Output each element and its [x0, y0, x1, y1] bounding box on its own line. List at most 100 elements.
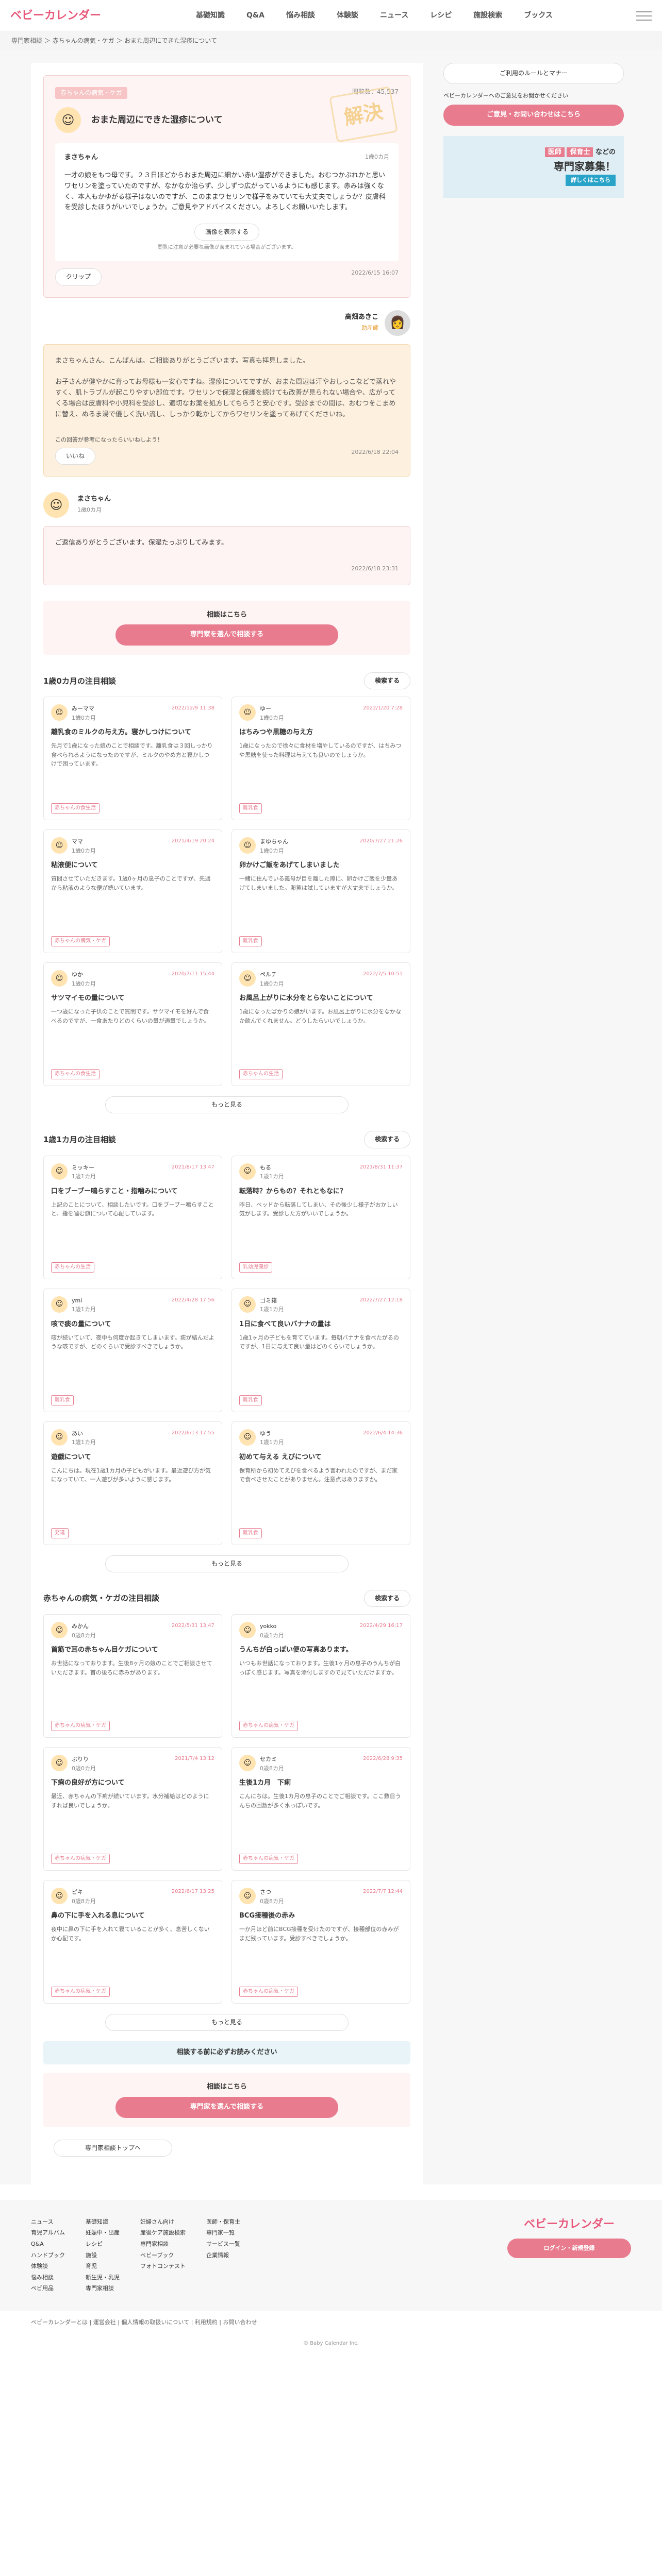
- consult-card[interactable]: ☺ ゆう 1歳1カ月 2022/6/4 14:36 初めて与える えびについて 保育所から…: [231, 1421, 410, 1545]
- footer-link[interactable]: 悩み相談: [31, 2273, 65, 2282]
- footer-link[interactable]: フォトコンテスト: [140, 2262, 186, 2271]
- consult-card[interactable]: ☺ ゆか 1歳0カ月 2020/7/11 15:44 サツマイモの量について 一つ歳になっ…: [43, 962, 222, 1087]
- site-logo[interactable]: ベビーカレンダー: [10, 7, 165, 25]
- like-button[interactable]: いいね: [55, 447, 96, 465]
- clip-button[interactable]: クリップ: [55, 268, 102, 286]
- footer-link[interactable]: 専門家一覧: [206, 2228, 240, 2238]
- consult-card[interactable]: ☺ ママ 1歳0カ月 2021/4/19 20:24 粘液便について 質問させていただきま…: [43, 829, 222, 954]
- footer-link[interactable]: 新生児・乳児: [86, 2273, 120, 2282]
- nav-item[interactable]: レシピ: [430, 10, 452, 21]
- footer-link[interactable]: 妊娠中・出産: [86, 2228, 120, 2238]
- footer-link[interactable]: Q&A: [31, 2240, 65, 2249]
- child-age: 1歳1カ月: [72, 1306, 96, 1313]
- footer-link[interactable]: レシピ: [86, 2240, 120, 2249]
- more-button[interactable]: もっと見る: [105, 1555, 349, 1572]
- category-tag[interactable]: 赤ちゃんの病気・ケガ: [55, 87, 128, 99]
- category-label[interactable]: 乳幼児健診: [239, 1262, 272, 1273]
- footer-link[interactable]: ハンドブック: [31, 2251, 65, 2260]
- login-button[interactable]: ログイン・新規登録: [507, 2238, 631, 2258]
- consult-card[interactable]: ☺ ymi 1歳1カ月 2022/4/28 17:56 咳で痰の量について 咳が続いていて…: [43, 1288, 222, 1412]
- more-button[interactable]: もっと見る: [105, 1096, 349, 1114]
- category-label[interactable]: 赤ちゃんの病気・ケガ: [239, 1987, 298, 1997]
- card-grid: ☺ みーママ 1歳0カ月 2022/12/9 11:38 離乳食のミルクの与え方。寝かし…: [43, 697, 410, 1087]
- consult-card[interactable]: ☺ yokko 0歳1カ月 2022/4/29 16:17 うんちが白っぽい便の写真あり…: [231, 1614, 410, 1738]
- read-before-banner[interactable]: 相談する前に必ずお読みください: [43, 2041, 410, 2065]
- footer-link[interactable]: ベビ用品: [31, 2284, 65, 2293]
- footer-link[interactable]: 専門家相談: [140, 2240, 186, 2249]
- footer-link[interactable]: 育児アルバム: [31, 2228, 65, 2238]
- more-button[interactable]: もっと見る: [105, 2014, 349, 2031]
- footer-link[interactable]: 医師・保育士: [206, 2217, 240, 2227]
- category-label[interactable]: 赤ちゃんの病気・ケガ: [239, 1854, 298, 1865]
- consult-card[interactable]: ☺ ペルチ 1歳0カ月 2022/7/5 10:51 お風呂上がりに水分をとらないことに…: [231, 962, 410, 1087]
- nav-item[interactable]: 体験談: [337, 10, 358, 21]
- helpful-prompt: この回答が参考になったらいいねしよう！: [55, 436, 163, 444]
- rules-button[interactable]: ご利用のルールとマナー: [443, 63, 624, 84]
- consult-card[interactable]: ☺ みかん 0歳8カ月 2022/5/31 13:47 首筋で耳の赤ちゃん目ケガについて…: [43, 1614, 222, 1738]
- consult-card[interactable]: ☺ セカミ 0歳8カ月 2022/6/28 9:35 生後1カ月 下痢 こんにちは。生後1…: [231, 1747, 410, 1871]
- nav-item[interactable]: 悩み相談: [286, 10, 315, 21]
- consult-card[interactable]: ☺ ピキ 0歳8カ月 2022/6/17 13:25 鼻の下に手を入れる息について 夜中に…: [43, 1880, 222, 2004]
- footer-link[interactable]: 妊婦さん向け: [140, 2217, 186, 2227]
- search-button[interactable]: 検索する: [363, 1131, 410, 1148]
- footer-logo[interactable]: ベビーカレンダー: [507, 2215, 631, 2233]
- contact-button[interactable]: ご意見・お問い合わせはこちら: [443, 104, 624, 126]
- recruit-banner[interactable]: 医師 保育士 などの 専門家募集！ 詳しくはこちら: [443, 135, 624, 198]
- category-label[interactable]: 赤ちゃんの病気・ケガ: [51, 1854, 110, 1865]
- category-label[interactable]: 離乳食: [239, 1395, 262, 1405]
- consult-card[interactable]: ☺ もる 1歳1カ月 2021/8/31 11:37 転落時？からもの？それともなに？ 昨…: [231, 1155, 410, 1279]
- consult-card[interactable]: ☺ あい 1歳1カ月 2022/6/13 17:55 遊戯について こんにちは。現在1歳1…: [43, 1421, 222, 1545]
- category-label[interactable]: 離乳食: [239, 936, 262, 947]
- footer-link[interactable]: ニュース: [31, 2217, 65, 2227]
- post-date: 2021/4/19 20:24: [171, 838, 214, 844]
- category-label[interactable]: 赤ちゃんの病気・ケガ: [239, 1721, 298, 1732]
- card-excerpt: 昨日、ベッドから転落してしまい、その後少し様子がおかしい気がします。受診した方が…: [239, 1201, 398, 1217]
- card-excerpt: こんにちは。現在1歳1カ月の子どもがいます。最近遊び方が気になっていて、一人遊び…: [51, 1467, 211, 1483]
- consult-card[interactable]: ☺ ゆー 1歳0カ月 2022/1/20 7:28 はちみつや黒糖の与え方 1歳になったの…: [231, 697, 410, 821]
- consult-card[interactable]: ☺ まゆちゃん 1歳0カ月 2020/7/27 21:26 卵かけご飯をあげてしまいまし…: [231, 829, 410, 954]
- footer-link[interactable]: 基礎知識: [86, 2217, 120, 2227]
- consult-card[interactable]: ☺ ぶりり 0歳0カ月 2021/7/4 13:12 下痢の良好が方について 最近、赤ちゃ…: [43, 1747, 222, 1871]
- consult-card[interactable]: ☺ ゴミ箱 1歳1カ月 2022/7/27 12:18 1日に食べて良いバナナの量は 1歳…: [231, 1288, 410, 1412]
- footer-link[interactable]: 専門家相談: [86, 2284, 120, 2293]
- footer-link[interactable]: 育児: [86, 2262, 120, 2271]
- category-label[interactable]: 赤ちゃんの病気・ケガ: [51, 936, 110, 947]
- search-button[interactable]: 検索する: [363, 672, 410, 690]
- avatar: ☺: [43, 492, 69, 518]
- footer-link[interactable]: ベビーブック: [140, 2251, 186, 2260]
- category-label[interactable]: 発達: [51, 1528, 69, 1538]
- footer-link[interactable]: サービス一覧: [206, 2240, 240, 2249]
- category-label[interactable]: 赤ちゃんの生活: [239, 1069, 283, 1080]
- consult-card[interactable]: ☺ みーママ 1歳0カ月 2022/12/9 11:38 離乳食のミルクの与え方。寝かし…: [43, 697, 222, 821]
- footer-link[interactable]: 企業情報: [206, 2251, 240, 2260]
- sidebar: ご利用のルールとマナー ベビーカレンダーへのご意見をお聞かせください ご意見・お…: [443, 63, 624, 2184]
- consult-card[interactable]: ☺ ミッキー 1歳1カ月 2021/8/17 13:47 口をブーブー鳴らすこと・指噛み…: [43, 1155, 222, 1279]
- search-button[interactable]: 検索する: [363, 1589, 410, 1607]
- category-label[interactable]: 赤ちゃんの病気・ケガ: [51, 1721, 110, 1732]
- avatar: ☺: [51, 970, 68, 987]
- nav-item[interactable]: ブックス: [524, 10, 553, 21]
- back-to-top-button[interactable]: 専門家相談トップへ: [54, 2139, 173, 2157]
- footer-link[interactable]: 施設: [86, 2251, 120, 2260]
- footer-link[interactable]: 産後ケア施設検索: [140, 2228, 186, 2238]
- category-label[interactable]: 離乳食: [239, 803, 262, 814]
- breadcrumb[interactable]: 専門家相談 ＞ 赤ちゃんの病気・ケガ ＞ おまた周辺にできた湿疹について: [0, 32, 662, 50]
- nav-item[interactable]: 基礎知識: [196, 10, 225, 21]
- nav-item[interactable]: 施設検索: [473, 10, 502, 21]
- category-label[interactable]: 赤ちゃんの病気・ケガ: [51, 1987, 110, 1997]
- footer-links[interactable]: ベビーカレンダーとは | 運営会社 | 個人情報の取扱いについて | 利用規約 …: [0, 2311, 662, 2334]
- show-image-button[interactable]: 画像を表示する: [194, 224, 259, 241]
- consult-button[interactable]: 専門家を選んで相談する: [115, 624, 338, 646]
- child-age: 1歳0カ月: [77, 506, 102, 514]
- category-label[interactable]: 離乳食: [51, 1395, 74, 1405]
- category-label[interactable]: 離乳食: [239, 1528, 262, 1538]
- consult-button[interactable]: 専門家を選んで相談する: [115, 2096, 338, 2118]
- nav-item[interactable]: Q&A: [246, 10, 264, 21]
- category-label[interactable]: 赤ちゃんの食生活: [51, 803, 100, 814]
- category-label[interactable]: 赤ちゃんの食生活: [51, 1069, 100, 1080]
- footer-link[interactable]: 体験談: [31, 2262, 65, 2271]
- category-label[interactable]: 赤ちゃんの生活: [51, 1262, 94, 1273]
- nav-item[interactable]: ニュース: [380, 10, 408, 21]
- consult-card[interactable]: ☺ さつ 0歳8カ月 2022/7/7 12:44 BCG接種後の赤み 一か月ほど前にBC…: [231, 1880, 410, 2004]
- menu-icon[interactable]: [636, 11, 652, 21]
